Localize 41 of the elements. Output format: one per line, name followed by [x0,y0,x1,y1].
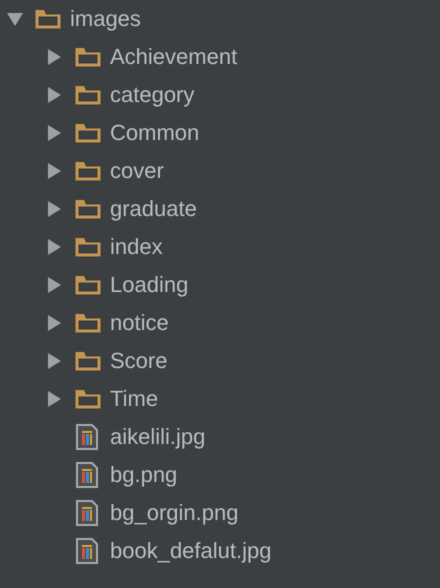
image-file-icon [76,462,98,488]
expand-arrow-icon[interactable] [46,276,62,294]
expand-arrow-icon[interactable] [46,390,62,408]
image-file-icon [76,424,98,450]
folder-name[interactable]: Time [110,388,158,410]
folder-icon [34,8,62,30]
file-name[interactable]: book_defalut.jpg [110,540,272,562]
folder-icon [74,236,102,258]
folder-icon [74,46,102,68]
folder-icon [74,84,102,106]
folder-name[interactable]: Score [110,350,168,372]
folder-name[interactable]: Common [110,122,200,144]
folder-name[interactable]: images [70,8,141,30]
folder-name[interactable]: Achievement [110,46,238,68]
collapse-arrow-icon[interactable] [6,11,24,27]
expand-arrow-icon[interactable] [46,314,62,332]
expand-arrow-icon[interactable] [46,48,62,66]
image-file-icon [76,538,98,564]
file-name[interactable]: bg_orgin.png [110,502,238,524]
image-file-icon [76,500,98,526]
folder-name[interactable]: category [110,84,194,106]
expand-arrow-icon[interactable] [46,86,62,104]
folder-name[interactable]: graduate [110,198,197,220]
expand-arrow-icon[interactable] [46,352,62,370]
expand-arrow-icon[interactable] [46,238,62,256]
folder-name[interactable]: index [110,236,163,258]
folder-icon [74,122,102,144]
folder-name[interactable]: Loading [110,274,188,296]
folder-icon [74,274,102,296]
folder-name[interactable]: cover [110,160,164,182]
folder-icon [74,350,102,372]
folder-icon [74,198,102,220]
file-name[interactable]: aikelili.jpg [110,426,206,448]
expand-arrow-icon[interactable] [46,124,62,142]
folder-icon [74,388,102,410]
folder-icon [74,160,102,182]
expand-arrow-icon[interactable] [46,162,62,180]
folder-icon [74,312,102,334]
expand-arrow-icon[interactable] [46,200,62,218]
folder-name[interactable]: notice [110,312,169,334]
file-name[interactable]: bg.png [110,464,178,486]
